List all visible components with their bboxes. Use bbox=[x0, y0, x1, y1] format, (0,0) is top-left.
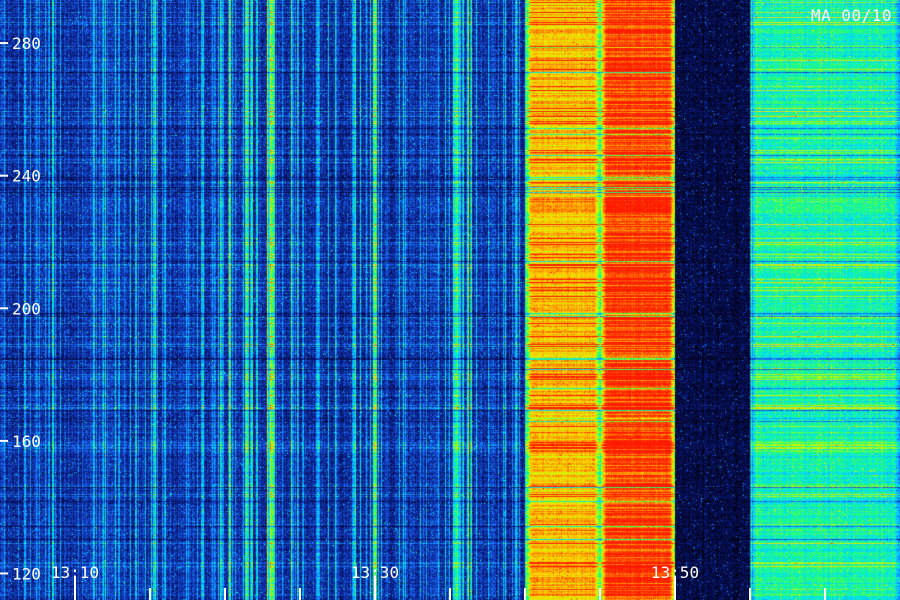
chart-title: MA 00/10 bbox=[810, 6, 892, 25]
spectrogram-heatmap bbox=[0, 0, 900, 600]
spectrogram-chart: 120 160 200 240 280 13:10 13:30 13:50 MA 00/10 bbox=[0, 0, 900, 600]
